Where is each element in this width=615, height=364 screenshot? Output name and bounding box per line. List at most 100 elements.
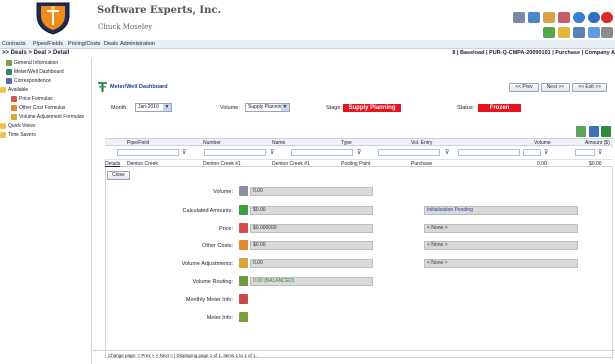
price-label: Price: xyxy=(218,226,233,232)
folder-icon xyxy=(0,132,6,138)
other-costs-label: Other Costs: xyxy=(202,243,233,249)
filter-icon[interactable]: ⊽ xyxy=(544,149,548,156)
menu-pricing-costs[interactable]: Pricing/Costs xyxy=(68,41,100,47)
details-link[interactable]: Details xyxy=(105,161,120,167)
pagination-text[interactable]: Change page: < Prev > < Next > | Display… xyxy=(108,353,257,358)
filter-icon[interactable]: ⊽ xyxy=(182,149,186,156)
volume-select[interactable]: Supply Planning ▼ xyxy=(245,103,290,112)
filter-name-input[interactable] xyxy=(291,149,353,156)
menu-contracts[interactable]: Contracts xyxy=(2,41,26,47)
export-word-icon[interactable] xyxy=(589,126,599,137)
sidebar-item-meter-well-dashboard[interactable]: Meter/Well Dashboard xyxy=(6,69,64,75)
filter-icon[interactable]: ⊽ xyxy=(270,149,274,156)
calendar-icon[interactable] xyxy=(601,27,613,38)
stage-label: Stage: xyxy=(326,105,342,111)
export-excel-icon[interactable] xyxy=(601,126,611,137)
breadcrumb[interactable]: >> Deals > Deal > Detail xyxy=(2,50,69,56)
meter-icon xyxy=(6,69,12,75)
flask-icon xyxy=(239,258,248,268)
month-select[interactable]: Jan-2010 ▼ xyxy=(135,103,172,112)
volume-adjustments-label: Volume Adjustments: xyxy=(181,261,233,267)
meter-info-icon[interactable] xyxy=(239,312,248,322)
sidebar-item-price-formulas[interactable]: Price Formulas xyxy=(11,96,53,102)
filter-volume-input[interactable] xyxy=(523,149,541,156)
breadcrumb-row: >> Deals > Deal > Detail 8 | Baseload | … xyxy=(0,49,615,58)
chevron-down-icon: ▼ xyxy=(163,104,171,111)
adjustment-icon xyxy=(11,114,17,120)
users-icon[interactable] xyxy=(573,27,585,38)
month-label: Month: xyxy=(111,105,128,111)
sidebar-folder-time-savers[interactable]: Time Savers xyxy=(0,132,36,138)
filter-pipe-field-input[interactable] xyxy=(117,149,179,156)
calculated-amounts-value: $0.00 xyxy=(250,206,373,215)
bottle-icon xyxy=(239,240,248,250)
sidebar-item-volume-adjustment-formulas[interactable]: Volume Adjustment Formulas xyxy=(11,114,84,120)
sidebar-folder-quick-views[interactable]: Quick Views xyxy=(0,123,35,129)
filter-vol-entry-input[interactable] xyxy=(458,149,520,156)
refresh-grid-icon[interactable] xyxy=(576,126,586,137)
record-navigation: << Prev Next >> << Exit >> xyxy=(509,83,607,92)
status-badge: Frozen xyxy=(478,104,521,112)
help-icon[interactable] xyxy=(573,12,585,23)
volume-routing-value: 0.00 (BALANCED) xyxy=(250,277,373,286)
calendar-grid-icon[interactable] xyxy=(239,294,248,304)
close-icon[interactable] xyxy=(601,12,613,23)
app-header: Software Experts, Inc. Chuck Moseley xyxy=(0,0,615,40)
filter-icon[interactable]: ⊽ xyxy=(598,149,602,156)
filter-number-input[interactable] xyxy=(204,149,266,156)
toolbar-icons xyxy=(491,12,613,42)
cell-number: Denton Creek #1 xyxy=(203,161,241,167)
price-formula[interactable]: < None > xyxy=(424,224,578,233)
cell-type: Pooling Point xyxy=(341,161,371,167)
cell-name: Denton Creek #1 xyxy=(272,161,310,167)
sidebar-item-general-information[interactable]: General Information xyxy=(6,60,58,66)
grid-filter-row: ⊽ ⊽ ⊽ ⊽ ⊽ ⊽ ⊽ xyxy=(105,146,613,160)
calculated-amounts-note: Initialization Pending xyxy=(424,206,578,215)
sidebar-folder-available[interactable]: Available xyxy=(0,87,28,93)
report-icon[interactable] xyxy=(558,12,570,23)
meter-grid: Pipe/Field Number Name Type Vol. Entry V… xyxy=(105,138,613,168)
menu-deals[interactable]: Deals xyxy=(104,41,118,47)
chevron-down-icon: ▼ xyxy=(281,104,289,111)
book-icon xyxy=(6,60,12,66)
volume-value: 0.00 xyxy=(250,187,373,196)
menu-administration[interactable]: Administration xyxy=(120,41,155,47)
sidebar-item-correspondence[interactable]: Correspondence xyxy=(6,78,51,84)
company-logo-icon xyxy=(36,2,70,35)
sidebar-item-other-cost-formulas[interactable]: Other Cost Formulas xyxy=(11,105,65,111)
globe-icon[interactable] xyxy=(543,27,555,38)
sidebar: General Information Meter/Well Dashboard… xyxy=(0,58,92,364)
cell-amount: $0.00 xyxy=(589,161,602,167)
close-button[interactable]: Close xyxy=(107,171,130,180)
menu-pipes-fields[interactable]: Pipes/Fields xyxy=(33,41,63,47)
info-icon[interactable] xyxy=(588,12,600,23)
folder-icon xyxy=(0,123,6,129)
filter-icon[interactable]: ⊽ xyxy=(445,149,449,156)
deal-path-info: 8 | Baseload | PUR-Q-CMPA-20090101 | Pur… xyxy=(452,50,615,56)
exit-button[interactable]: << Exit >> xyxy=(572,83,607,92)
grid-header: Pipe/Field Number Name Type Vol. Entry V… xyxy=(105,138,613,146)
document-icon[interactable] xyxy=(588,27,600,38)
filter-amount-input[interactable] xyxy=(575,149,595,156)
tools-icon[interactable] xyxy=(543,12,555,23)
filter-type-input[interactable] xyxy=(378,149,440,156)
key-icon[interactable] xyxy=(558,27,570,38)
other-costs-value: $0.00 xyxy=(250,241,373,250)
price-tag-icon xyxy=(239,223,248,233)
other-costs-formula[interactable]: < None > xyxy=(424,241,578,250)
volume-label: Volume: xyxy=(220,105,240,111)
filter-icon[interactable]: ⊽ xyxy=(357,149,361,156)
computer-icon[interactable] xyxy=(513,12,525,23)
next-button[interactable]: Next >> xyxy=(540,83,571,92)
prev-button[interactable]: << Prev xyxy=(509,83,539,92)
routing-icon xyxy=(239,276,248,286)
volume-adjustments-formula[interactable]: < None > xyxy=(424,259,578,268)
user-name: Chuck Moseley xyxy=(98,23,153,31)
company-name: Software Experts, Inc. xyxy=(97,5,221,16)
table-row[interactable]: Details Denton Creek Denton Creek #1 Den… xyxy=(105,160,613,168)
folder-icon xyxy=(0,87,6,93)
refresh-icon[interactable] xyxy=(528,12,540,23)
page-title: Meter/Well Dashboard xyxy=(110,84,168,90)
dollar-icon xyxy=(239,205,248,215)
volume-routing-label: Volume Routing: xyxy=(192,279,233,285)
